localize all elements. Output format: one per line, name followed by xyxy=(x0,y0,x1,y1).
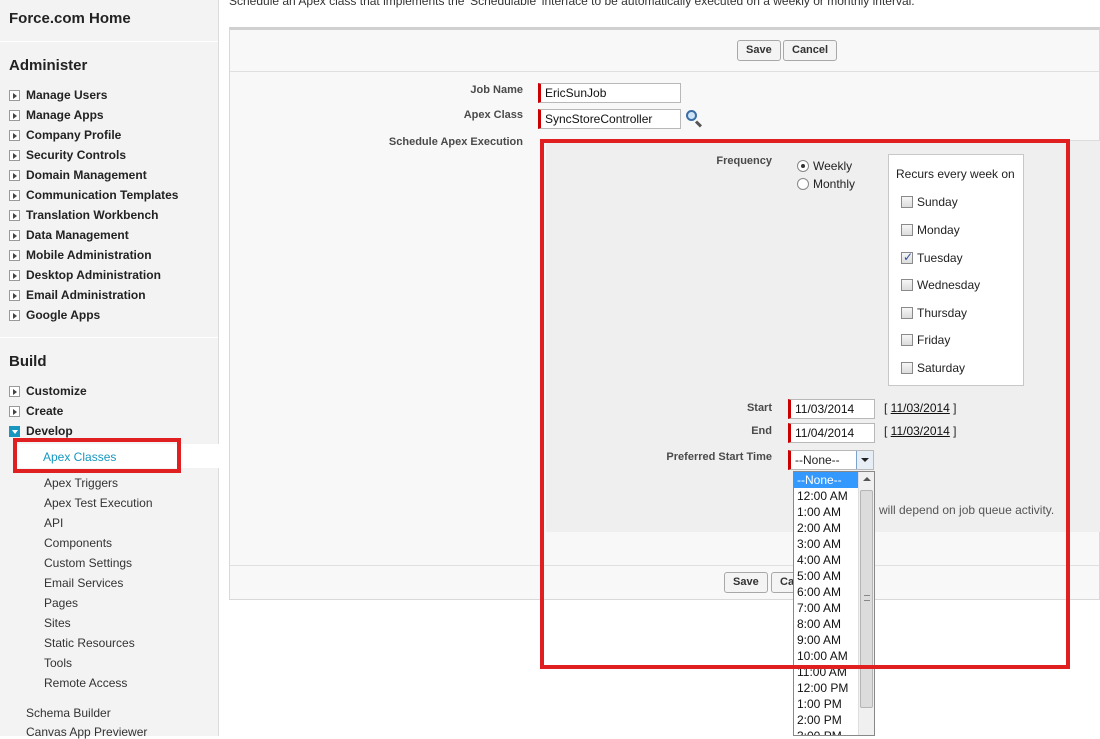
sidebar-item-manage-users[interactable]: Manage Users xyxy=(9,87,107,103)
sidebar-divider xyxy=(0,337,218,338)
sidebar-item-label: Desktop Administration xyxy=(26,268,161,282)
sidebar-item-translation-workbench[interactable]: Translation Workbench xyxy=(9,207,158,223)
job-name-input[interactable]: EricSunJob xyxy=(538,83,681,103)
sidebar-item-label: Customize xyxy=(26,384,87,398)
dropdown-option[interactable]: 3:00 PM xyxy=(794,728,858,735)
sidebar-subitem-remote-access[interactable]: Remote Access xyxy=(44,676,127,690)
sidebar-item-desktop-administration[interactable]: Desktop Administration xyxy=(9,267,161,283)
job-name-label: Job Name xyxy=(470,84,523,96)
sidebar-item-data-management[interactable]: Data Management xyxy=(9,227,129,243)
sidebar-subitem-tools[interactable]: Tools xyxy=(44,656,72,670)
apex-class-input[interactable]: SyncStoreController xyxy=(538,109,681,129)
sidebar-subitem-static-resources[interactable]: Static Resources xyxy=(44,636,135,650)
sidebar-item-label: Company Profile xyxy=(26,128,122,142)
sidebar-item-label: Domain Management xyxy=(26,168,147,182)
administer-heading: Administer xyxy=(9,57,88,74)
sidebar-subitem-custom-settings[interactable]: Custom Settings xyxy=(44,556,132,570)
sidebar-item-communication-templates[interactable]: Communication Templates xyxy=(9,187,178,203)
sidebar-item-label: Manage Apps xyxy=(26,108,104,122)
sidebar-item-google-apps[interactable]: Google Apps xyxy=(9,307,100,323)
expand-icon xyxy=(9,249,20,261)
sidebar-subitem-apex-test-execution[interactable]: Apex Test Execution xyxy=(44,496,153,510)
sidebar-item-domain-management[interactable]: Domain Management xyxy=(9,167,147,183)
sidebar-subitem-email-services[interactable]: Email Services xyxy=(44,576,123,590)
dropdown-option[interactable]: 12:00 PM xyxy=(794,680,858,696)
expand-icon xyxy=(9,89,20,101)
sidebar-item-label: Data Management xyxy=(26,228,129,242)
sidebar-item-security-controls[interactable]: Security Controls xyxy=(9,147,126,163)
expand-icon xyxy=(9,209,20,221)
expand-icon xyxy=(9,269,20,281)
sidebar-subitem-sites[interactable]: Sites xyxy=(44,616,71,630)
build-heading: Build xyxy=(9,353,47,370)
expand-icon xyxy=(9,289,20,301)
sidebar-item-label: Translation Workbench xyxy=(26,208,159,222)
apex-class-label: Apex Class xyxy=(463,109,523,121)
sidebar-subitem-components[interactable]: Components xyxy=(44,536,112,550)
expand-icon xyxy=(9,129,20,141)
sidebar-item-develop[interactable]: Develop xyxy=(9,423,73,439)
lookup-icon[interactable] xyxy=(685,109,703,128)
sidebar-subitem-apex-triggers[interactable]: Apex Triggers xyxy=(44,476,118,490)
sidebar: Force.com Home Administer Manage Users M… xyxy=(0,0,219,739)
force-home-link[interactable]: Force.com Home xyxy=(9,10,131,27)
expand-icon xyxy=(9,405,20,417)
dropdown-option[interactable]: 2:00 PM xyxy=(794,712,858,728)
sidebar-item-label: Create xyxy=(26,404,64,418)
sidebar-item-email-administration[interactable]: Email Administration xyxy=(9,287,146,303)
dropdown-option[interactable]: 1:00 PM xyxy=(794,696,858,712)
sidebar-item-canvas-app-previewer[interactable]: Canvas App Previewer xyxy=(26,725,147,739)
sidebar-item-mobile-administration[interactable]: Mobile Administration xyxy=(9,247,152,263)
sidebar-item-company-profile[interactable]: Company Profile xyxy=(9,127,121,143)
expand-icon xyxy=(9,109,20,121)
sidebar-divider xyxy=(0,41,218,42)
sidebar-item-create[interactable]: Create xyxy=(9,403,63,419)
sidebar-item-schema-builder[interactable]: Schema Builder xyxy=(26,706,111,720)
sidebar-subitem-api[interactable]: API xyxy=(44,516,63,530)
expand-icon xyxy=(9,149,20,161)
sidebar-item-label: Communication Templates xyxy=(26,188,179,202)
expand-icon xyxy=(9,309,20,321)
highlight-box-apex-classes xyxy=(13,438,181,473)
expand-icon xyxy=(9,229,20,241)
schedule-apex-execution-label: Schedule Apex Execution xyxy=(388,136,523,148)
sidebar-item-customize[interactable]: Customize xyxy=(9,383,87,399)
sidebar-item-label: Google Apps xyxy=(26,308,101,322)
expand-icon xyxy=(9,189,20,201)
top-button-bar: Save Cancel xyxy=(230,30,1099,72)
intro-text: Schedule an Apex class that implements t… xyxy=(229,0,915,8)
cancel-button[interactable]: Cancel xyxy=(783,40,838,61)
expand-icon xyxy=(9,385,20,397)
sidebar-item-label: Security Controls xyxy=(26,148,127,162)
sidebar-subitem-pages[interactable]: Pages xyxy=(44,596,78,610)
highlight-box-schedule xyxy=(540,139,1070,669)
sidebar-item-label: Mobile Administration xyxy=(26,248,152,262)
collapse-icon xyxy=(9,425,20,437)
sidebar-item-label: Develop xyxy=(26,424,73,438)
expand-icon xyxy=(9,169,20,181)
save-button[interactable]: Save xyxy=(737,40,781,61)
sidebar-item-manage-apps[interactable]: Manage Apps xyxy=(9,107,104,123)
sidebar-item-label: Manage Users xyxy=(26,88,108,102)
sidebar-item-label: Email Administration xyxy=(26,288,146,302)
